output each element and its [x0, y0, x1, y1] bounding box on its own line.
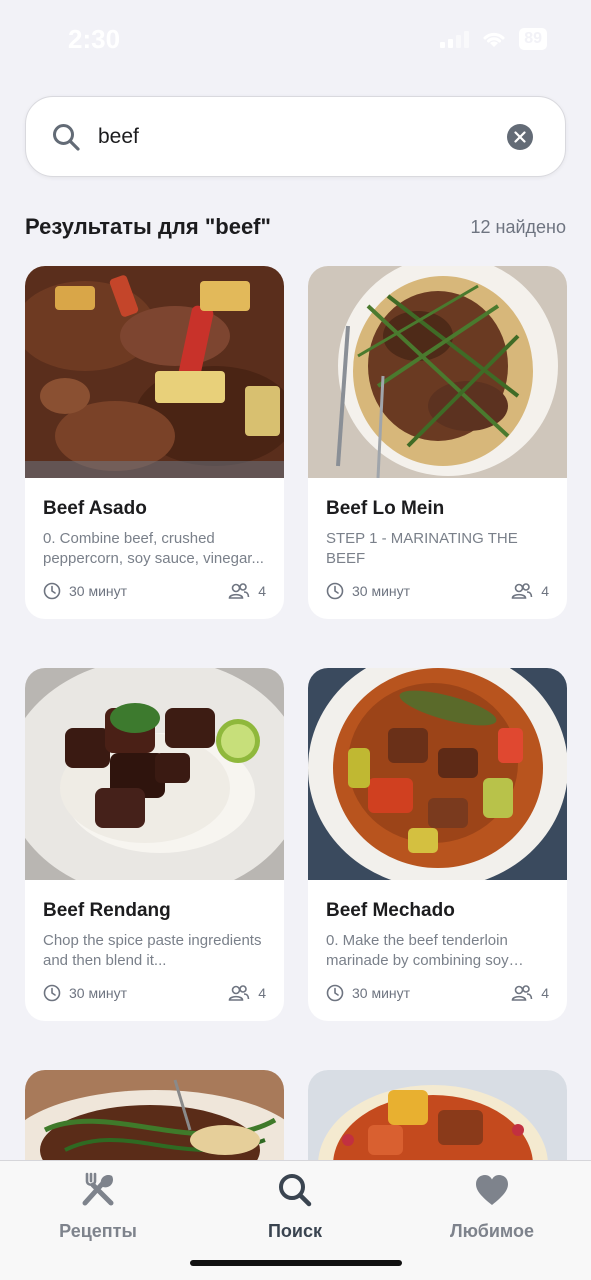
clock-icon: [43, 582, 61, 600]
clock-icon: [326, 582, 344, 600]
recipe-title: Beef Asado: [43, 498, 147, 519]
tab-label: Любимое: [449, 1221, 535, 1241]
users-icon: [228, 985, 250, 1001]
recipe-time-label: 30 минут: [352, 985, 411, 1001]
recipe-time-label: 30 минут: [69, 985, 128, 1001]
battery-icon: 89: [519, 28, 547, 50]
clear-search-button[interactable]: [507, 124, 533, 150]
recipe-time: 30 минут: [43, 984, 127, 1002]
recipe-card[interactable]: Beef Lo Mein STEP 1 - MARINATING THE BEE…: [308, 266, 567, 619]
signal-icon: [440, 30, 470, 48]
search-icon: [53, 124, 80, 151]
recipe-servings: 4: [228, 582, 266, 600]
users-icon: [511, 985, 533, 1001]
recipe-description: Chop the spice paste ingredients and the…: [43, 932, 262, 969]
wifi-icon: [483, 32, 505, 47]
recipe-card[interactable]: Beef Rendang Chop the spice paste ingred…: [25, 668, 284, 1021]
search-bar: [25, 96, 566, 177]
recipe-card[interactable]: Beef Mechado 0. Make the beef tenderloin…: [308, 668, 567, 1021]
status-indicators: 89: [440, 28, 547, 50]
clock-icon: [43, 984, 61, 1002]
tab-search[interactable]: Поиск: [215, 1171, 375, 1242]
users-icon: [228, 583, 250, 599]
recipe-title: Beef Rendang: [43, 900, 171, 921]
recipe-description: STEP 1 - MARINATING THE BEEF: [326, 530, 518, 567]
recipe-servings-label: 4: [258, 583, 266, 599]
recipe-servings: 4: [228, 984, 266, 1002]
tab-recipes[interactable]: Рецепты: [18, 1171, 178, 1242]
recipe-time-label: 30 минут: [352, 583, 411, 599]
recipe-servings-label: 4: [541, 583, 549, 599]
heart-icon: [476, 1175, 508, 1205]
recipe-description: 0. Combine beef, crushed peppercorn, soy…: [43, 530, 264, 567]
recipe-title: Beef Mechado: [326, 900, 455, 921]
recipe-servings-label: 4: [258, 985, 266, 1001]
recipe-time: 30 минут: [326, 582, 410, 600]
recipe-servings: 4: [511, 582, 549, 600]
tab-favorites[interactable]: Любимое: [412, 1171, 572, 1242]
recipe-image: [308, 668, 567, 880]
recipe-description: 0. Make the beef tenderloin marinade by …: [326, 932, 509, 969]
recipe-card[interactable]: Beef Asado 0. Combine beef, crushed pepp…: [25, 266, 284, 619]
tab-label: Поиск: [267, 1221, 323, 1241]
home-indicator: [190, 1260, 402, 1266]
results-count: 12 найдено: [470, 217, 567, 237]
recipe-servings-label: 4: [541, 985, 549, 1001]
status-time: 2:30: [68, 24, 121, 54]
status-bar: 2:30 89: [0, 0, 591, 80]
recipe-image: [308, 266, 567, 478]
utensils-icon: [82, 1172, 114, 1206]
recipe-time: 30 минут: [326, 984, 410, 1002]
recipe-image: [25, 266, 284, 478]
recipe-time-label: 30 минут: [69, 583, 128, 599]
clock-icon: [326, 984, 344, 1002]
recipe-title: Beef Lo Mein: [326, 498, 445, 519]
users-icon: [511, 583, 533, 599]
close-icon: [514, 131, 526, 143]
recipe-time: 30 минут: [43, 582, 127, 600]
search-icon: [279, 1174, 312, 1207]
recipe-image: [25, 668, 284, 880]
results-title: Результаты для "beef": [25, 214, 271, 239]
search-input[interactable]: [98, 119, 498, 155]
recipe-servings: 4: [511, 984, 549, 1002]
tab-label: Рецепты: [59, 1221, 137, 1241]
